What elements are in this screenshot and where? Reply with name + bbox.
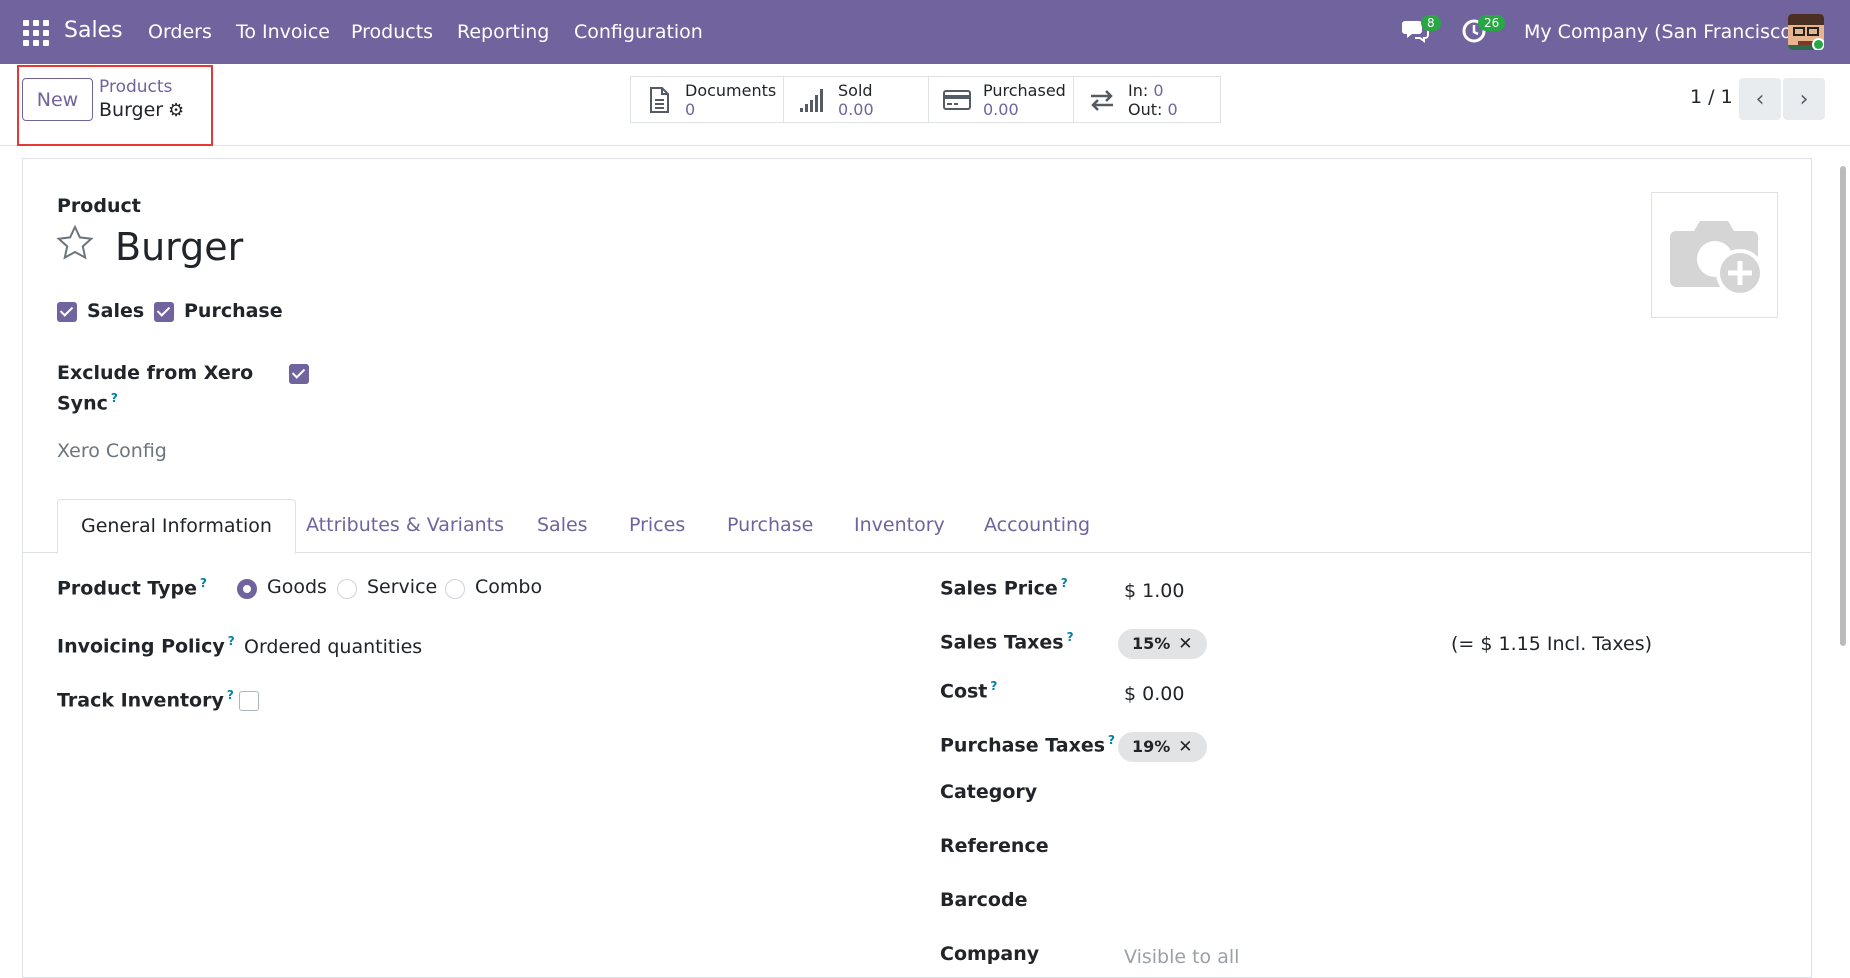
- user-avatar[interactable]: [1788, 14, 1824, 50]
- activities-badge: 26: [1478, 15, 1506, 31]
- tab-purchase[interactable]: Purchase: [727, 499, 813, 553]
- company-field[interactable]: Visible to all: [1124, 946, 1239, 968]
- product-name-field[interactable]: Burger: [115, 225, 243, 269]
- radio-combo[interactable]: [445, 579, 465, 599]
- menu-reporting[interactable]: Reporting: [457, 21, 549, 43]
- tab-accounting[interactable]: Accounting: [984, 499, 1090, 553]
- sales-checkbox[interactable]: [57, 302, 77, 322]
- product-image-upload[interactable]: [1651, 192, 1778, 318]
- company-switcher[interactable]: My Company (San Francisco): [1524, 21, 1799, 43]
- out-label: Out:: [1128, 99, 1163, 119]
- purchase-tax-tag: 19% ✕: [1118, 732, 1207, 762]
- sales-checkbox-label: Sales: [87, 300, 145, 322]
- favorite-star-icon[interactable]: [56, 224, 94, 262]
- cost-field[interactable]: $ 0.00: [1124, 683, 1184, 705]
- incl-taxes-text: (= $ 1.15 Incl. Taxes): [1451, 633, 1653, 655]
- xero-config-label: Xero Config: [57, 440, 167, 462]
- credit-card-icon: [943, 89, 971, 110]
- sales-price-field[interactable]: $ 1.00: [1124, 580, 1184, 602]
- menu-to-invoice[interactable]: To Invoice: [236, 21, 330, 43]
- purchased-label: Purchased: [983, 80, 1066, 100]
- scrollbar[interactable]: [1836, 158, 1850, 972]
- moves-stat-button[interactable]: In: 0 Out: 0: [1073, 76, 1221, 123]
- invoicing-policy-label: Invoicing Policy?: [57, 634, 235, 658]
- radio-goods-label: Goods: [267, 576, 327, 598]
- documents-label: Documents: [685, 80, 777, 100]
- product-type-label: Product Type?: [57, 576, 207, 600]
- remove-tag-icon[interactable]: ✕: [1178, 634, 1192, 654]
- document-icon: [650, 86, 669, 113]
- tab-attributes-variants[interactable]: Attributes & Variants: [306, 499, 504, 553]
- tab-sales[interactable]: Sales: [537, 499, 588, 553]
- camera-add-icon: [1669, 221, 1764, 297]
- messages-button[interactable]: 8: [1401, 15, 1441, 45]
- product-heading: Product: [57, 195, 141, 217]
- pager-previous-button[interactable]: ‹: [1739, 78, 1781, 120]
- new-button[interactable]: New: [22, 78, 93, 121]
- purchased-stat-button[interactable]: Purchased 0.00: [928, 76, 1074, 123]
- in-value: 0: [1153, 80, 1164, 100]
- cost-label: Cost?: [940, 679, 998, 703]
- breadcrumb-current: Burger: [99, 99, 164, 121]
- reference-label: Reference: [940, 835, 1049, 857]
- track-inventory-label: Track Inventory?: [57, 688, 234, 712]
- form-sheet: [22, 158, 1812, 978]
- sold-label: Sold: [838, 80, 873, 100]
- radio-service-label: Service: [367, 576, 438, 598]
- pager-value[interactable]: 1 / 1: [1690, 86, 1733, 108]
- track-inventory-checkbox[interactable]: [239, 691, 259, 711]
- exclude-xero-label-2: Sync?: [57, 391, 118, 415]
- sold-value: 0.00: [838, 99, 874, 119]
- app-menu-icon[interactable]: [23, 20, 49, 46]
- remove-tag-icon[interactable]: ✕: [1178, 737, 1192, 757]
- messages-badge: 8: [1421, 15, 1441, 31]
- documents-value: 0: [685, 99, 696, 119]
- exchange-arrows-icon: [1091, 89, 1113, 111]
- invoicing-policy-select[interactable]: Ordered quantities: [244, 636, 422, 658]
- exclude-xero-label: Exclude from Xero: [57, 362, 254, 384]
- barcode-label: Barcode: [940, 889, 1028, 911]
- menu-products[interactable]: Products: [351, 21, 433, 43]
- activities-button[interactable]: 26: [1461, 15, 1506, 45]
- purchase-checkbox[interactable]: [154, 302, 174, 322]
- pager-next-button[interactable]: ›: [1783, 78, 1825, 120]
- in-label: In:: [1128, 80, 1149, 100]
- top-navbar: Sales Orders To Invoice Products Reporti…: [0, 0, 1850, 64]
- out-value: 0: [1167, 99, 1178, 119]
- radio-combo-label: Combo: [475, 576, 543, 598]
- purchased-value: 0.00: [983, 99, 1019, 119]
- menu-configuration[interactable]: Configuration: [574, 21, 703, 43]
- category-label: Category: [940, 781, 1038, 803]
- notebook-tabs: General Information Attributes & Variant…: [22, 499, 1812, 554]
- chevron-left-icon: ‹: [1755, 86, 1765, 112]
- documents-stat-button[interactable]: Documents 0: [630, 76, 784, 123]
- exclude-xero-checkbox[interactable]: [289, 364, 309, 384]
- tab-prices[interactable]: Prices: [629, 499, 685, 553]
- purchase-taxes-label: Purchase Taxes?: [940, 733, 1115, 757]
- sales-tax-tag: 15% ✕: [1118, 629, 1207, 659]
- chevron-right-icon: ›: [1799, 86, 1809, 112]
- breadcrumb-products[interactable]: Products: [99, 77, 172, 97]
- gear-icon[interactable]: ⚙: [168, 100, 184, 121]
- sales-price-label: Sales Price?: [940, 576, 1068, 600]
- signal-chart-icon: [800, 88, 823, 112]
- menu-orders[interactable]: Orders: [148, 21, 212, 43]
- radio-goods[interactable]: [237, 579, 257, 599]
- tab-inventory[interactable]: Inventory: [854, 499, 945, 553]
- purchase-checkbox-label: Purchase: [184, 300, 283, 322]
- tab-general-information[interactable]: General Information: [57, 499, 296, 554]
- online-status-dot: [1812, 38, 1824, 50]
- company-label: Company: [940, 943, 1040, 965]
- app-name[interactable]: Sales: [64, 18, 123, 43]
- sold-stat-button[interactable]: Sold 0.00: [783, 76, 929, 123]
- sales-taxes-label: Sales Taxes?: [940, 630, 1074, 654]
- radio-service[interactable]: [337, 579, 357, 599]
